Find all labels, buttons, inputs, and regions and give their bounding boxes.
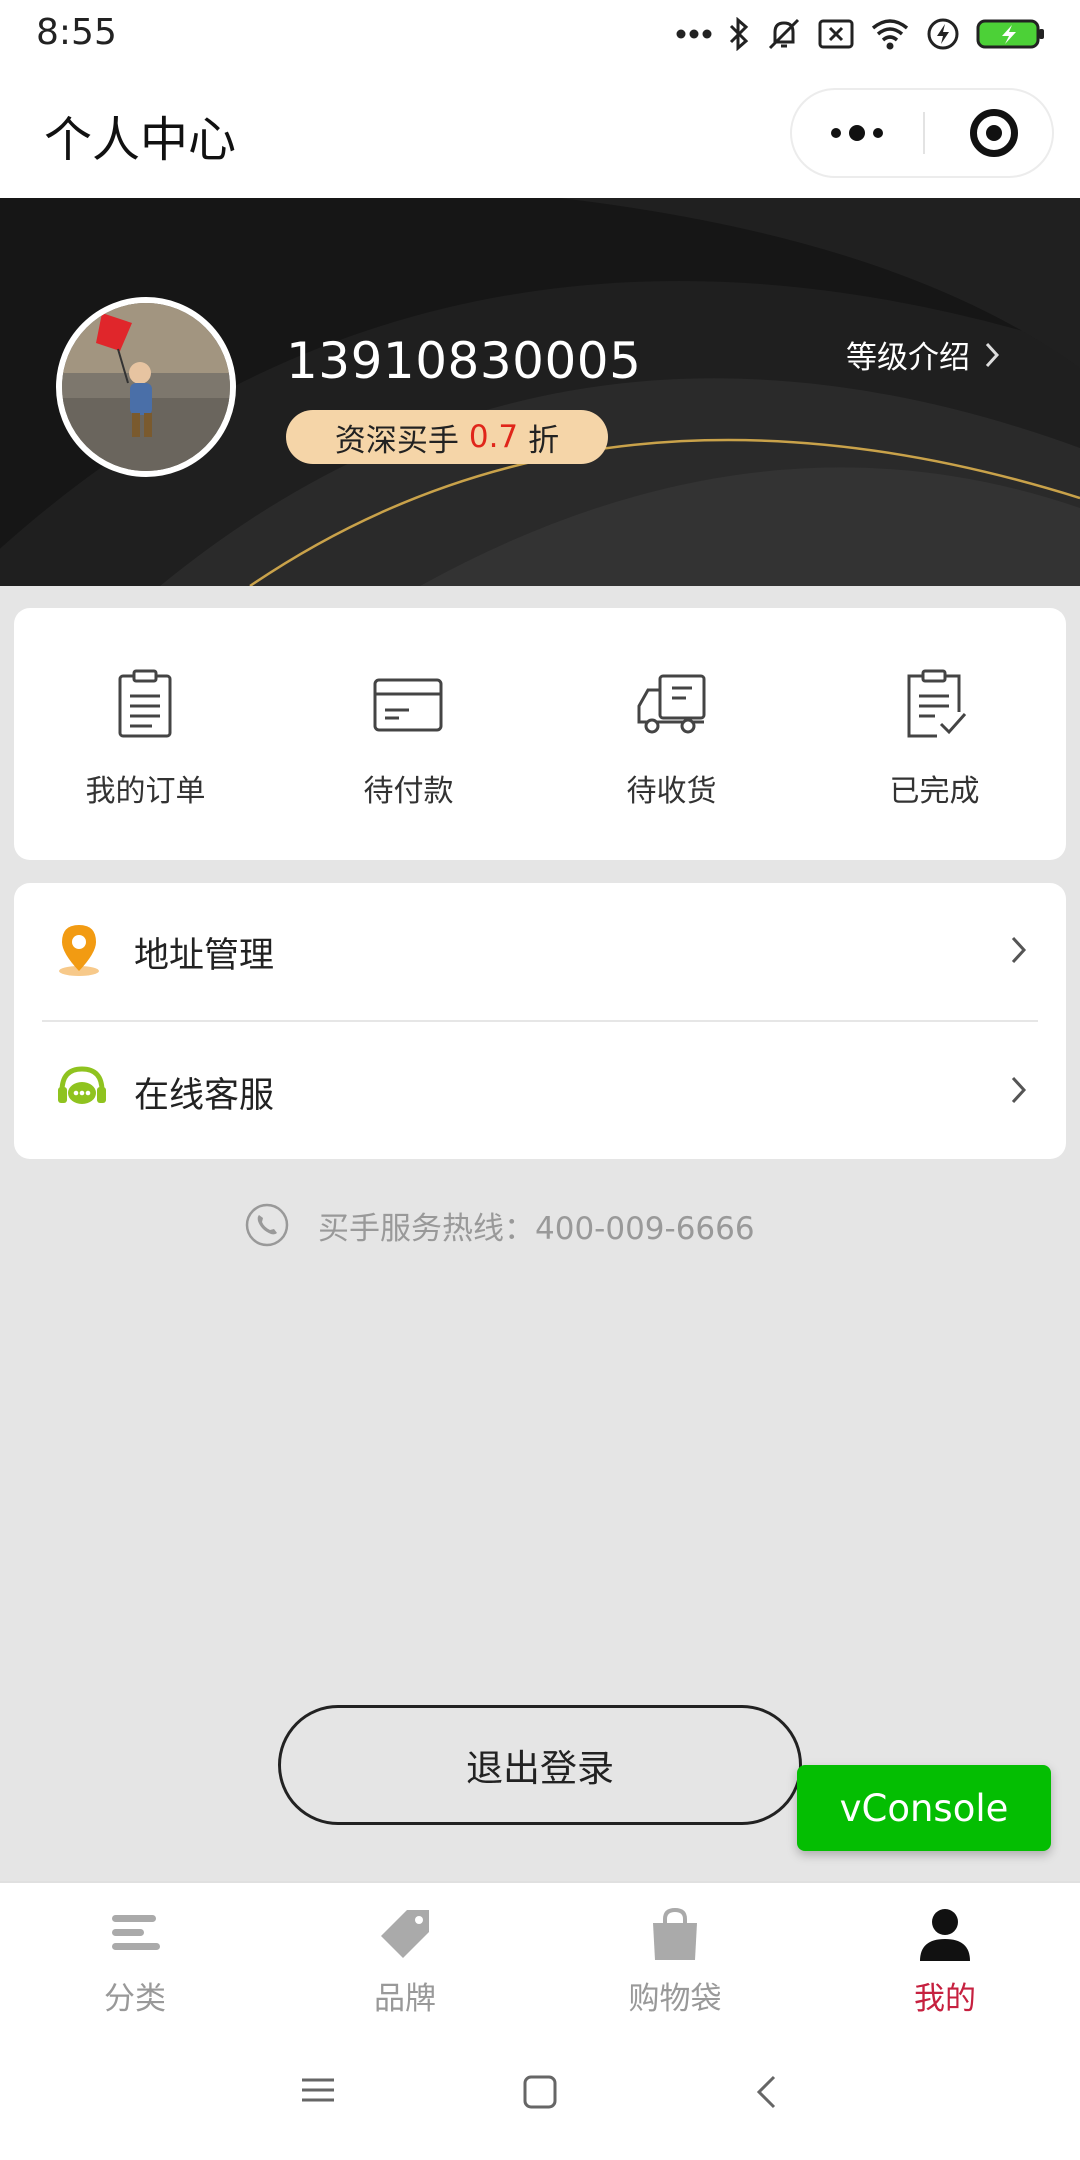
avatar-photo bbox=[62, 303, 230, 471]
tab-mine[interactable]: 我的 bbox=[810, 1883, 1080, 2030]
user-icon bbox=[920, 1909, 970, 1961]
more-dot-icon bbox=[849, 125, 865, 141]
phone-icon bbox=[245, 1203, 289, 1247]
capsule-divider bbox=[923, 112, 925, 154]
status-time: 8:55 bbox=[36, 12, 117, 53]
discount-unit: 折 bbox=[528, 422, 560, 459]
more-dot-icon bbox=[831, 128, 841, 138]
order-item-completed[interactable]: 已完成 bbox=[803, 608, 1066, 860]
menu-label: 地址管理 bbox=[134, 936, 275, 976]
tab-label: 购物袋 bbox=[628, 1981, 722, 2017]
nav-bar: 个人中心 bbox=[0, 72, 1080, 198]
orders-card: 我的订单 待付款 待收货 已完成 bbox=[14, 608, 1066, 860]
truck-icon bbox=[637, 674, 706, 734]
order-label: 待付款 bbox=[363, 774, 454, 809]
charging-icon bbox=[927, 18, 959, 50]
sim-icon bbox=[818, 19, 854, 49]
system-navigation-bar bbox=[0, 2030, 1080, 2160]
menu-item-address[interactable]: 地址管理 bbox=[14, 883, 1066, 1022]
level-badge: 资深买手 0.7 折 bbox=[286, 410, 608, 464]
order-item-pending-delivery[interactable]: 待收货 bbox=[540, 608, 803, 860]
order-item-my-orders[interactable]: 我的订单 bbox=[14, 608, 277, 860]
tab-category[interactable]: 分类 bbox=[0, 1883, 270, 2030]
more-button[interactable] bbox=[792, 90, 922, 176]
level-name: 资深买手 bbox=[334, 422, 459, 459]
menu-label: 在线客服 bbox=[134, 1076, 275, 1116]
back-icon[interactable] bbox=[754, 2074, 778, 2110]
order-label: 待收货 bbox=[626, 774, 717, 809]
hotline[interactable]: 买手服务热线：400-009-6666 bbox=[244, 1202, 755, 1248]
hotline-text: 买手服务热线：400-009-6666 bbox=[318, 1210, 755, 1247]
clipboard-icon bbox=[118, 669, 172, 738]
more-dots-icon bbox=[676, 29, 712, 39]
chevron-right-icon bbox=[1011, 936, 1027, 964]
wifi-icon bbox=[871, 19, 909, 50]
order-item-pending-payment[interactable]: 待付款 bbox=[277, 608, 540, 860]
bluetooth-icon bbox=[729, 17, 749, 51]
recent-apps-icon[interactable] bbox=[300, 2074, 336, 2106]
discount-value: 0.7 bbox=[468, 419, 519, 455]
tag-icon bbox=[381, 1910, 429, 1958]
level-intro-label: 等级介绍 bbox=[846, 340, 970, 376]
location-pin-icon bbox=[59, 925, 99, 976]
silent-icon bbox=[768, 18, 800, 50]
page-title: 个人中心 bbox=[44, 112, 237, 168]
tab-label: 品牌 bbox=[374, 1981, 436, 2017]
status-icons bbox=[676, 14, 1046, 54]
battery-icon bbox=[976, 19, 1044, 49]
menu-divider bbox=[42, 1020, 1038, 1022]
home-icon[interactable] bbox=[522, 2074, 558, 2110]
avatar[interactable] bbox=[56, 297, 236, 477]
more-dot-icon bbox=[873, 128, 883, 138]
mini-program-capsule bbox=[790, 88, 1054, 178]
menu-card: 地址管理 在线客服 bbox=[14, 883, 1066, 1159]
menu-lines-icon bbox=[112, 1915, 160, 1950]
card-icon bbox=[373, 678, 443, 732]
tab-shopping-bag[interactable]: 购物袋 bbox=[540, 1883, 810, 2030]
order-label: 已完成 bbox=[889, 774, 980, 809]
shopping-bag-icon bbox=[653, 1907, 697, 1960]
clipboard-check-icon bbox=[907, 669, 967, 738]
tab-label: 分类 bbox=[104, 1981, 166, 2017]
tab-bar: 分类 品牌 购物袋 我的 bbox=[0, 1881, 1080, 2030]
tab-label: 我的 bbox=[914, 1981, 976, 2017]
chevron-right-icon bbox=[1011, 1076, 1027, 1104]
status-bar: 8:55 bbox=[0, 0, 1080, 72]
menu-item-customer-service[interactable]: 在线客服 bbox=[14, 1023, 1066, 1161]
order-label: 我的订单 bbox=[85, 774, 206, 809]
user-phone: 13910830005 bbox=[286, 332, 642, 390]
vconsole-button[interactable]: vConsole bbox=[797, 1765, 1051, 1851]
tab-brand[interactable]: 品牌 bbox=[270, 1883, 540, 2030]
headset-chat-icon bbox=[58, 1066, 106, 1104]
logout-button[interactable]: 退出登录 bbox=[278, 1705, 802, 1825]
chevron-right-icon bbox=[985, 342, 1000, 367]
level-intro-link[interactable]: 等级介绍 bbox=[846, 332, 1000, 377]
close-target-icon[interactable] bbox=[970, 109, 1018, 157]
